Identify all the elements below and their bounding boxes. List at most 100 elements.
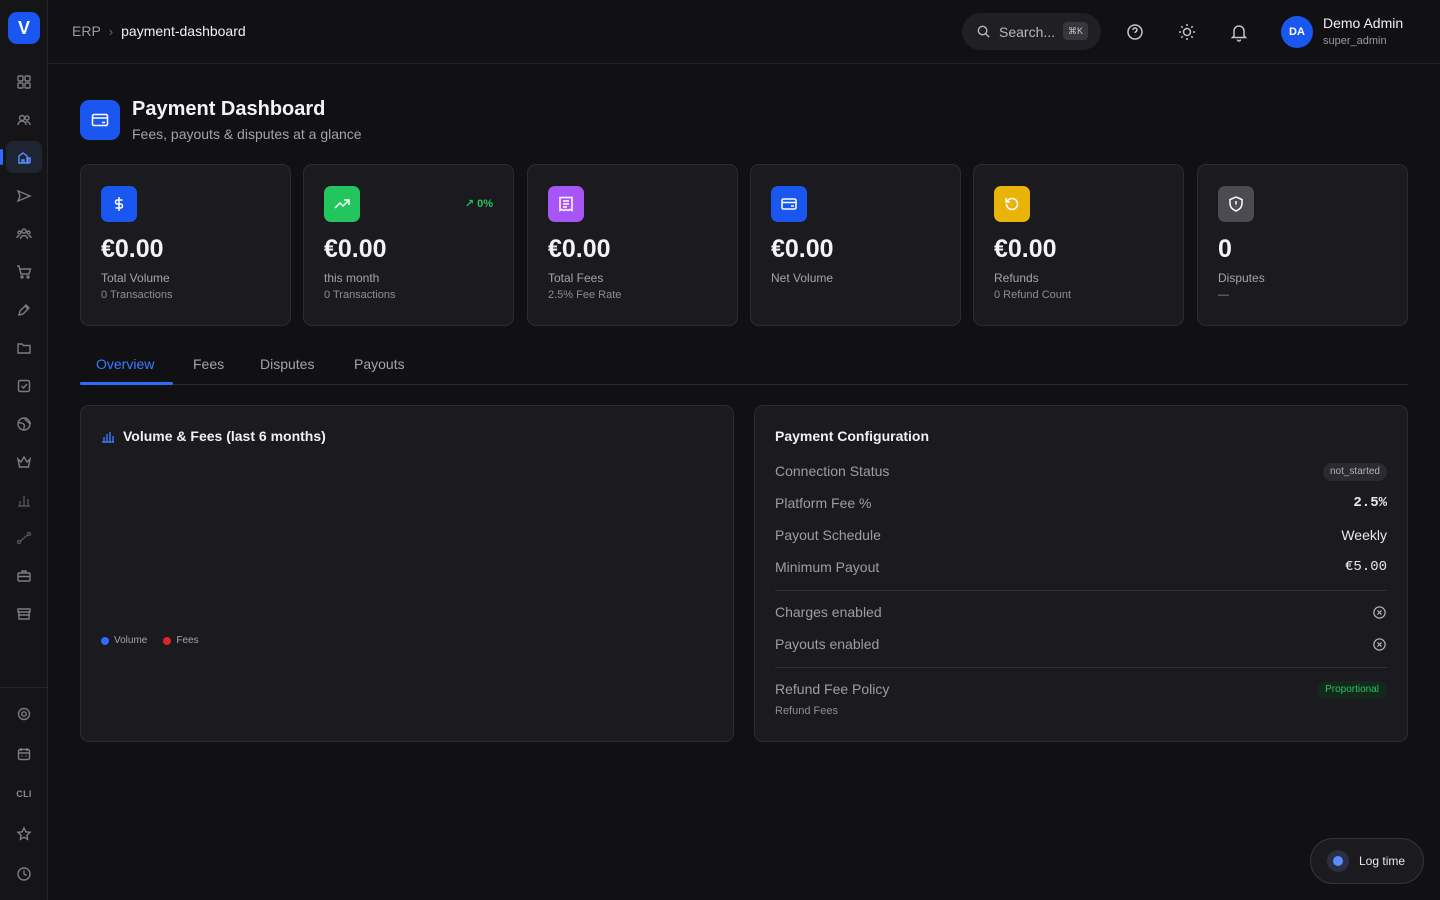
- sidebar-item-calendar[interactable]: [6, 738, 42, 770]
- sidebar-item-send[interactable]: [6, 180, 42, 212]
- avatar[interactable]: DA: [1281, 16, 1313, 48]
- card-icon-bg: [324, 186, 360, 222]
- sidebar-item-settings[interactable]: [6, 698, 42, 730]
- sidebar-item-team[interactable]: [6, 218, 42, 250]
- card-icon: [91, 113, 109, 127]
- log-time-button[interactable]: Log time: [1310, 838, 1424, 884]
- config-label: Payout Schedule: [775, 527, 881, 543]
- globe-icon: [17, 417, 32, 431]
- card-value: €0.00: [548, 235, 611, 263]
- breadcrumb-root[interactable]: ERP: [72, 23, 101, 39]
- sidebar-item-star[interactable]: [6, 818, 42, 850]
- chart-title: Volume & Fees (last 6 months): [101, 428, 326, 444]
- sidebar-item-cart[interactable]: [6, 256, 42, 288]
- theme-toggle-button[interactable]: [1177, 22, 1197, 42]
- config-row-connection-status: Connection Status not_started: [775, 463, 1387, 483]
- sidebar-item-briefcase[interactable]: [6, 560, 42, 592]
- bars-icon: [18, 496, 30, 507]
- sidebar-item-bars[interactable]: [6, 484, 42, 516]
- user-name[interactable]: Demo Admin: [1323, 15, 1403, 31]
- notifications-button[interactable]: [1229, 22, 1249, 42]
- card-sub: —: [1218, 289, 1229, 301]
- card-label: Disputes: [1218, 271, 1265, 285]
- stat-card-refunds: €0.00 Refunds 0 Refund Count: [973, 164, 1184, 326]
- legend-item-volume[interactable]: Volume: [101, 635, 147, 646]
- trend-badge: ↗ 0%: [464, 198, 493, 210]
- store-icon: [17, 608, 31, 620]
- card-icon-bg: [994, 186, 1030, 222]
- card-icon-bg: [1218, 186, 1254, 222]
- pen-icon: [18, 304, 30, 316]
- tab-overview[interactable]: Overview: [96, 356, 154, 372]
- sidebar-item-cli[interactable]: CLI: [6, 778, 42, 810]
- send-icon: [16, 189, 32, 203]
- app-logo[interactable]: V: [8, 12, 40, 44]
- stat-card-this-month: ↗ 0% €0.00 this month 0 Transactions: [303, 164, 514, 326]
- sidebar-item-folder[interactable]: [6, 332, 42, 364]
- search-button[interactable]: Search... ⌘K: [962, 13, 1101, 50]
- sidebar-item-globe[interactable]: [6, 408, 42, 440]
- route-icon: [16, 531, 32, 545]
- briefcase-icon: [17, 570, 31, 582]
- card-label: Total Fees: [548, 271, 604, 285]
- chart-plot-area: [101, 462, 713, 626]
- minimum-payout-value: €5.00: [1344, 559, 1387, 575]
- avatar-initials: DA: [1289, 26, 1305, 38]
- sidebar-item-pen[interactable]: [6, 294, 42, 326]
- sidebar-item-route[interactable]: [6, 522, 42, 554]
- page-title: Payment Dashboard: [132, 98, 326, 120]
- help-icon: [1127, 24, 1143, 40]
- sidebar-item-clock[interactable]: [6, 858, 42, 890]
- payment-configuration-panel: Payment Configuration Connection Status …: [754, 405, 1408, 742]
- legend-fees-swatch: [163, 636, 172, 645]
- chart-legend: Volume Fees: [101, 635, 199, 646]
- cli-label: CLI: [16, 789, 32, 799]
- stat-card-total-volume: €0.00 Total Volume 0 Transactions: [80, 164, 291, 326]
- active-tab-indicator: [80, 382, 173, 385]
- breadcrumb-current: payment-dashboard: [121, 23, 246, 39]
- sidebar-item-dashboard[interactable]: [6, 66, 42, 98]
- card-sub: 0 Refund Count: [994, 289, 1072, 301]
- legend-item-fees[interactable]: Fees: [163, 635, 199, 646]
- sidebar-divider: [0, 687, 47, 688]
- stat-card-net-volume: €0.00 Net Volume: [750, 164, 961, 326]
- sun-icon: [1179, 24, 1195, 40]
- sidebar: V CLI: [0, 0, 48, 900]
- sidebar-item-users[interactable]: [6, 104, 42, 136]
- legend-volume-swatch: [101, 636, 109, 645]
- refund-fee-sub: Refund Fees: [775, 705, 838, 717]
- card-sub: 0 Transactions: [101, 289, 173, 301]
- sidebar-item-tasks[interactable]: [6, 370, 42, 402]
- crown-icon: [16, 455, 32, 468]
- timer-icon: [1327, 850, 1349, 872]
- folder-icon: [17, 343, 31, 354]
- search-shortcut: ⌘K: [1062, 22, 1088, 40]
- card-icon: [781, 198, 797, 210]
- shield-icon: [1229, 196, 1243, 212]
- card-sub: 0 Transactions: [324, 289, 396, 301]
- card-value: €0.00: [771, 235, 834, 263]
- user-role: super_admin: [1323, 35, 1387, 47]
- config-label: Connection Status: [775, 463, 890, 479]
- calendar-icon: [17, 748, 31, 761]
- sidebar-item-finance[interactable]: [0, 141, 42, 173]
- config-row-payout-schedule: Payout Schedule Weekly: [775, 527, 1387, 547]
- dashboard-icon: [17, 75, 31, 89]
- breadcrumb: ERP › payment-dashboard: [72, 23, 246, 39]
- tab-fees[interactable]: Fees: [193, 356, 224, 372]
- cart-icon: [17, 265, 32, 279]
- x-circle-icon: [1373, 638, 1386, 651]
- tab-disputes[interactable]: Disputes: [260, 356, 314, 372]
- tab-payouts[interactable]: Payouts: [354, 356, 405, 372]
- card-icon-bg: [101, 186, 137, 222]
- card-label: Net Volume: [771, 271, 834, 285]
- sidebar-item-crown[interactable]: [6, 446, 42, 478]
- config-divider: [775, 667, 1387, 668]
- sidebar-item-store[interactable]: [6, 598, 42, 630]
- connection-status-badge: not_started: [1322, 463, 1387, 481]
- bar-chart-icon: [102, 432, 114, 443]
- refund-policy-badge: Proportional: [1317, 681, 1387, 699]
- help-button[interactable]: [1125, 22, 1145, 42]
- topbar: ERP › payment-dashboard Search... ⌘K DA …: [48, 0, 1440, 64]
- config-label: Platform Fee %: [775, 495, 872, 511]
